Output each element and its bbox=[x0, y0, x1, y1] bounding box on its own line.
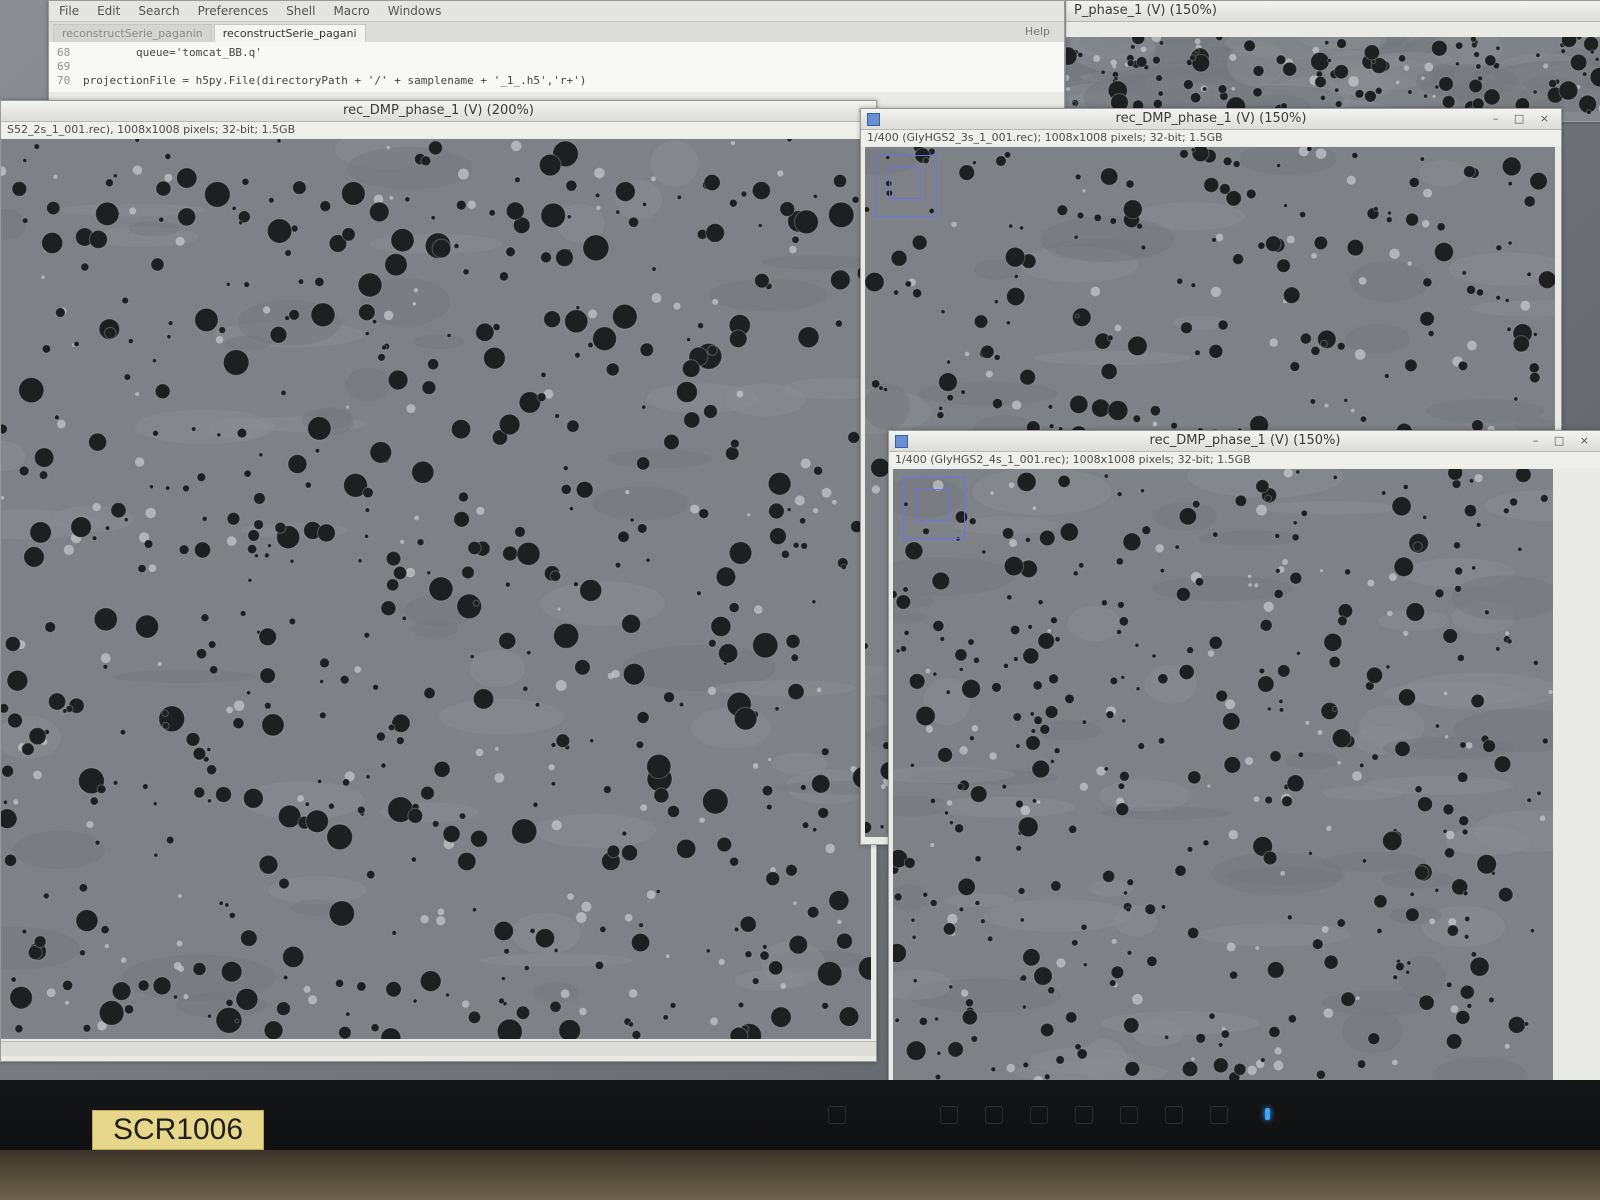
monitor-button-icon[interactable] bbox=[1165, 1106, 1183, 1124]
monitor-button-icon[interactable] bbox=[985, 1106, 1003, 1124]
menu-file[interactable]: File bbox=[59, 1, 79, 21]
editor-tab-row: reconstructSerie_paganin reconstructSeri… bbox=[49, 22, 1064, 42]
menu-preferences[interactable]: Preferences bbox=[198, 1, 269, 21]
left-image-window[interactable]: rec_DMP_phase_1 (V) (200%) – S52_2s_1_00… bbox=[0, 100, 877, 1062]
line-number: 69 bbox=[57, 60, 71, 73]
menu-windows[interactable]: Windows bbox=[388, 1, 442, 21]
code-line: 69 bbox=[57, 60, 1056, 74]
code-line: 70 projectionFile = h5py.File(directoryPa… bbox=[57, 74, 1056, 88]
right-top-window-controls-icon[interactable]: – □ × bbox=[1493, 109, 1555, 129]
code-area[interactable]: 68 queue='tomcat_BB.q' 69 70 projectionFile… bbox=[49, 42, 1064, 92]
left-window-title-text: rec_DMP_phase_1 (V) (200%) bbox=[343, 103, 534, 118]
imagej-app-icon bbox=[867, 113, 880, 126]
desk-surface bbox=[0, 1150, 1600, 1200]
monitor-button-icon[interactable] bbox=[940, 1106, 958, 1124]
asset-tag-label: SCR1006 bbox=[92, 1110, 264, 1150]
right-top-window-info: 1/400 (GlyHGS2_3s_1_001.rec); 1008x1008 … bbox=[861, 130, 1561, 146]
right-top-window-title-text: rec_DMP_phase_1 (V) (150%) bbox=[1115, 111, 1307, 126]
right-bottom-window-info: 1/400 (GlyHGS2_4s_1_001.rec); 1008x1008 … bbox=[889, 452, 1600, 468]
desktop-screen: P_phase_1 (V) (150%) File Edit Search Pr… bbox=[0, 0, 1600, 1080]
menu-search[interactable]: Search bbox=[138, 1, 179, 21]
monitor-button-icon[interactable] bbox=[828, 1106, 846, 1124]
monitor-button-icon[interactable] bbox=[1030, 1106, 1048, 1124]
code-editor-window[interactable]: File Edit Search Preferences Shell Macro… bbox=[48, 0, 1065, 110]
help-link[interactable]: Help bbox=[1025, 25, 1050, 38]
line-number: 68 bbox=[57, 46, 71, 59]
line-number: 70 bbox=[57, 74, 71, 87]
left-window-info: S52_2s_1_001.rec), 1008x1008 pixels; 32-… bbox=[1, 122, 876, 138]
roi-navigator-inner[interactable] bbox=[889, 167, 921, 199]
far-right-window-title-text: P_phase_1 (V) (150%) bbox=[1074, 3, 1217, 18]
code-text: queue='tomcat_BB.q' bbox=[83, 46, 262, 59]
far-right-window-title[interactable]: P_phase_1 (V) (150%) bbox=[1066, 1, 1600, 22]
power-led-icon bbox=[1265, 1108, 1270, 1120]
right-bottom-image-window[interactable]: rec_DMP_phase_1 (V) (150%) – □ × 1/400 (… bbox=[888, 430, 1600, 1080]
code-line: 68 queue='tomcat_BB.q' bbox=[57, 46, 1056, 60]
right-bottom-window-title[interactable]: rec_DMP_phase_1 (V) (150%) – □ × bbox=[889, 431, 1600, 452]
right-top-window-title[interactable]: rec_DMP_phase_1 (V) (150%) – □ × bbox=[861, 109, 1561, 130]
far-right-image-window[interactable]: P_phase_1 (V) (150%) bbox=[1065, 0, 1600, 122]
roi-navigator-inner[interactable] bbox=[917, 489, 949, 521]
right-bottom-image-render bbox=[893, 469, 1553, 1080]
code-text: projectionFile = h5py.File(directoryPath… bbox=[83, 74, 587, 87]
menu-shell[interactable]: Shell bbox=[286, 1, 315, 21]
left-image-render bbox=[1, 139, 871, 1039]
menu-edit[interactable]: Edit bbox=[97, 1, 120, 21]
monitor-button-icon[interactable] bbox=[1075, 1106, 1093, 1124]
left-window-title[interactable]: rec_DMP_phase_1 (V) (200%) – bbox=[1, 101, 876, 122]
editor-menubar: File Edit Search Preferences Shell Macro… bbox=[49, 1, 1064, 22]
tab-reconstruct-pagani-active[interactable]: reconstructSerie_pagani bbox=[213, 24, 366, 42]
monitor-button-icon[interactable] bbox=[1210, 1106, 1228, 1124]
right-bottom-image-canvas[interactable] bbox=[893, 469, 1553, 1080]
right-bottom-window-title-text: rec_DMP_phase_1 (V) (150%) bbox=[1149, 433, 1341, 448]
left-image-canvas[interactable] bbox=[1, 139, 871, 1039]
menu-macro[interactable]: Macro bbox=[333, 1, 369, 21]
monitor-button-icon[interactable] bbox=[1120, 1106, 1138, 1124]
right-bottom-window-controls-icon[interactable]: – □ × bbox=[1533, 431, 1595, 451]
left-window-scrollbar[interactable] bbox=[1, 1041, 876, 1056]
imagej-app-icon bbox=[895, 435, 908, 448]
tab-reconstruct-paganin[interactable]: reconstructSerie_paganin bbox=[53, 24, 212, 42]
